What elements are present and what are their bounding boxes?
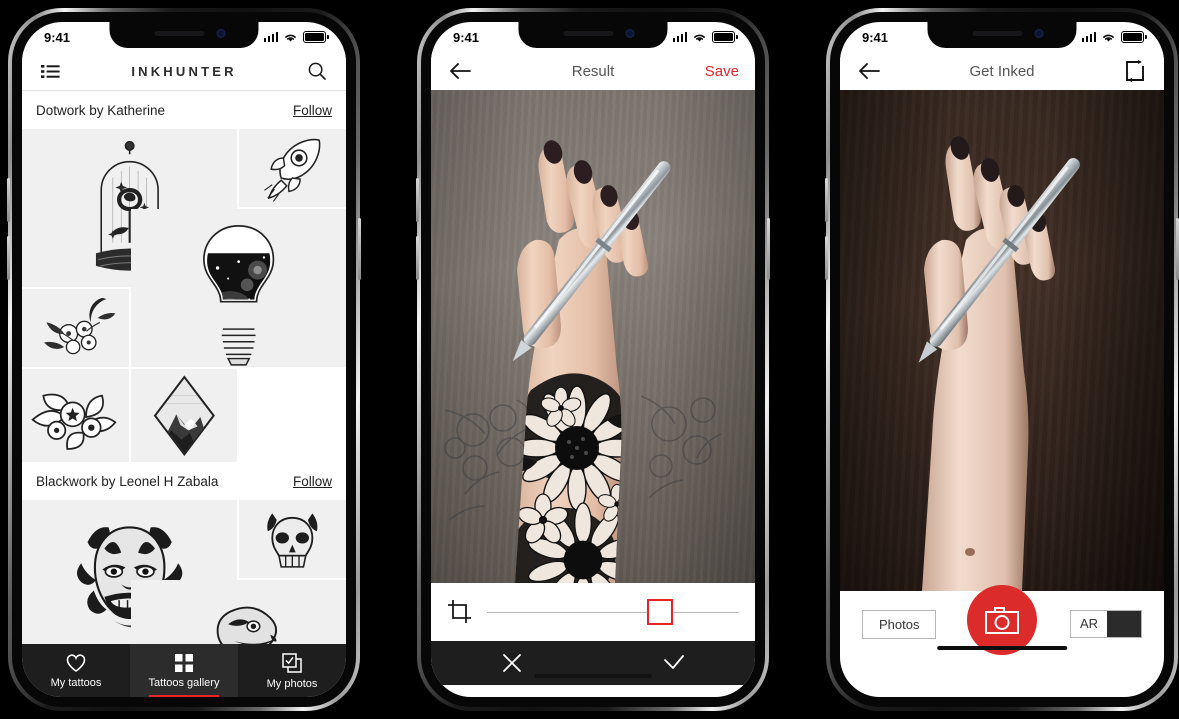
camera-preview[interactable]	[840, 90, 1164, 591]
tab-tattoos-gallery[interactable]: Tattoos gallery	[130, 644, 238, 697]
front-camera	[216, 29, 226, 38]
camera-controls: Photos AR	[840, 585, 1164, 657]
gallery-navbar: INKHUNTER	[22, 52, 346, 91]
earpiece-speaker	[563, 31, 614, 36]
status-time: 9:41	[862, 29, 889, 45]
section-header-blackwork: Blackwork by Leonel H Zabala Follow	[22, 462, 346, 501]
tattoo-gallery-scroll[interactable]: Dotwork by Katherine Follow Blackwork by…	[22, 91, 346, 644]
earpiece-speaker	[972, 31, 1023, 36]
editor-toolbar	[431, 583, 755, 641]
screenshot-stage: 9:41 INKHUNTER Dotwork by Katherine Foll…	[0, 0, 1179, 719]
camera-shutter-icon	[985, 607, 1019, 634]
photos-stack-icon	[282, 652, 302, 673]
section-title: Blackwork by Leonel H Zabala	[36, 473, 219, 489]
slider-track	[487, 611, 739, 613]
list-menu-icon[interactable]	[38, 58, 64, 84]
tattoo-tile-berries-and-leaves[interactable]	[22, 369, 129, 463]
volume-down-button[interactable]	[416, 236, 419, 280]
shutter-button[interactable]	[967, 585, 1037, 655]
grid-icon	[175, 654, 193, 672]
ar-label: AR	[1079, 616, 1098, 631]
signal-bars-icon	[263, 32, 278, 42]
tattoo-tile-moon-and-blossoms[interactable]	[22, 289, 129, 367]
tab-label: My tattoos	[50, 677, 102, 689]
signal-bars-icon	[1081, 32, 1096, 42]
power-button[interactable]	[358, 218, 361, 280]
home-indicator	[534, 674, 652, 678]
section-header-dotwork: Dotwork by Katherine Follow	[22, 91, 346, 129]
status-time: 9:41	[44, 29, 71, 45]
slider-handle[interactable]	[647, 599, 674, 625]
power-button[interactable]	[767, 218, 770, 280]
battery-icon	[712, 31, 738, 43]
tab-my-tattoos[interactable]: My tattoos	[22, 644, 130, 697]
phone-result: 9:41 Result Save	[416, 8, 770, 711]
phone-get-inked: 9:41 Get Inked Photos AR	[825, 8, 1179, 711]
home-indicator	[937, 646, 1067, 650]
volume-down-button[interactable]	[825, 236, 828, 280]
phone-screen: 9:41 Result Save	[431, 22, 755, 697]
front-camera	[625, 29, 635, 38]
tattoo-tile-diamond-mountain[interactable]	[130, 369, 238, 463]
ar-toggle-knob[interactable]	[1107, 611, 1141, 637]
tab-label: My photos	[266, 677, 318, 690]
bottom-tab-bar: My tattoos Tattoos gallery My photos	[22, 644, 346, 697]
ar-toggle[interactable]: AR	[1069, 610, 1142, 638]
result-navbar: Result Save	[431, 52, 755, 90]
tattoo-tile-galaxy-lightbulb[interactable]	[130, 209, 346, 367]
phone-screen: 9:41 Get Inked Photos AR	[840, 22, 1164, 697]
tab-my-photos[interactable]: My photos	[238, 644, 346, 697]
wifi-icon	[694, 34, 705, 42]
tattoo-tile-rocket[interactable]	[239, 129, 346, 207]
tattoo-tile-horned-skull[interactable]	[239, 500, 346, 579]
notch	[518, 22, 668, 48]
notch	[927, 22, 1077, 48]
battery-icon	[1121, 31, 1147, 43]
follow-button[interactable]: Follow	[293, 103, 332, 118]
battery-icon	[303, 31, 329, 43]
status-time: 9:41	[453, 29, 480, 45]
check-icon[interactable]	[663, 654, 685, 672]
result-photo[interactable]	[431, 90, 755, 583]
wifi-icon	[1103, 34, 1114, 42]
notch	[109, 22, 259, 48]
opacity-slider[interactable]	[487, 599, 739, 625]
flip-camera-icon[interactable]	[1122, 58, 1148, 84]
app-brand: INKHUNTER	[131, 63, 237, 79]
wifi-icon	[285, 34, 296, 42]
phone-gallery: 9:41 INKHUNTER Dotwork by Katherine Foll…	[7, 8, 361, 711]
get-inked-navbar: Get Inked	[840, 52, 1164, 90]
back-arrow-icon[interactable]	[447, 58, 473, 84]
phone-screen: 9:41 INKHUNTER Dotwork by Katherine Foll…	[22, 22, 346, 697]
follow-button[interactable]: Follow	[293, 474, 332, 489]
back-arrow-icon[interactable]	[856, 58, 882, 84]
volume-up-button[interactable]	[416, 178, 419, 222]
front-camera	[1034, 29, 1044, 38]
search-icon[interactable]	[304, 58, 330, 84]
tattoo-grid-dotwork	[22, 129, 346, 463]
signal-bars-icon	[672, 32, 687, 42]
section-title: Dotwork by Katherine	[36, 102, 166, 118]
tab-label: Tattoos gallery	[148, 677, 220, 689]
photos-button[interactable]: Photos	[862, 609, 937, 639]
close-x-icon[interactable]	[502, 653, 522, 673]
page-title: Get Inked	[969, 62, 1035, 80]
volume-down-button[interactable]	[7, 236, 10, 280]
confirm-bar	[431, 641, 755, 685]
tattoo-grid-blackwork	[22, 500, 346, 644]
volume-up-button[interactable]	[7, 178, 10, 222]
tattoo-tile-dinosaur-laurel[interactable]	[130, 580, 346, 644]
heart-icon	[66, 654, 86, 672]
crop-icon[interactable]	[447, 599, 473, 625]
save-button[interactable]: Save	[705, 63, 739, 80]
volume-up-button[interactable]	[825, 178, 828, 222]
earpiece-speaker	[154, 31, 205, 36]
